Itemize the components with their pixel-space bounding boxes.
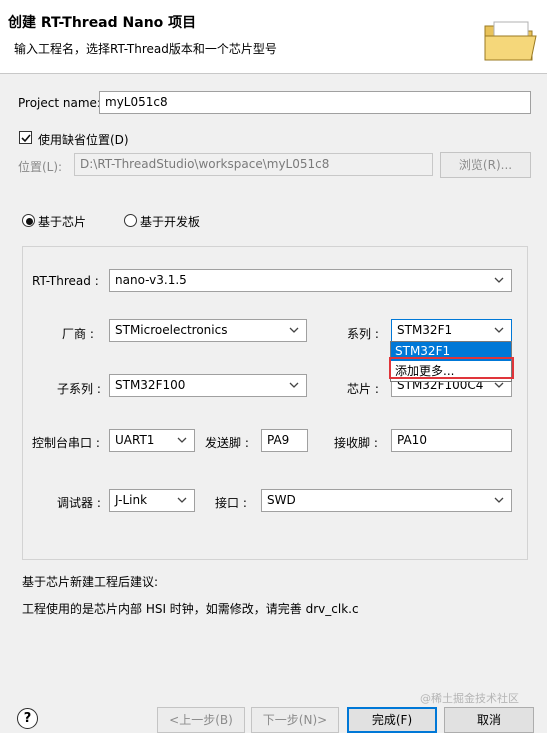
console-label: 控制台串口 : <box>32 436 100 450</box>
advice-text: 工程使用的是芯片内部 HSI 时钟，如需修改，请完善 drv_clk.c <box>22 602 359 616</box>
default-location-checkbox[interactable] <box>19 131 32 144</box>
tx-label: 发送脚 : <box>205 436 249 450</box>
board-mode-label: 基于开发板 <box>140 215 201 229</box>
dialog-header: 创建 RT-Thread Nano 项目 输入工程名，选择RT-Thread版本… <box>0 0 547 74</box>
rtthread-select[interactable]: nano-v3.1.5 <box>109 269 512 292</box>
location-input[interactable]: D:\RT-ThreadStudio\workspace\myL051c8 <box>74 153 433 176</box>
chip-mode-label: 基于芯片 <box>38 215 87 229</box>
dialog-title: 创建 RT-Thread Nano 项目 <box>8 15 197 31</box>
location-label: 位置(L): <box>18 160 63 174</box>
chevron-down-icon <box>177 437 187 443</box>
chevron-down-icon <box>494 277 504 283</box>
folder-icon <box>484 21 537 61</box>
help-icon[interactable]: ? <box>17 708 38 729</box>
series-dropdown-list: STM32F1 添加更多... <box>390 341 512 382</box>
chevron-down-icon <box>494 497 504 503</box>
checkmark-icon <box>21 134 31 143</box>
board-mode-radio[interactable] <box>124 214 137 227</box>
rx-label: 接收脚 : <box>334 436 378 450</box>
chip-label: 芯片 : <box>347 382 379 396</box>
interface-value: SWD <box>267 493 296 507</box>
browse-button[interactable]: 浏览(R)... <box>440 152 531 178</box>
config-group <box>22 246 528 560</box>
finish-button[interactable]: 完成(F) <box>347 707 437 733</box>
project-name-label: Project name: <box>18 96 101 110</box>
tx-input[interactable]: PA9 <box>261 429 308 452</box>
rtthread-label: RT-Thread : <box>32 274 99 288</box>
series-option-stm32f1[interactable]: STM32F1 <box>391 342 511 361</box>
vendor-select[interactable]: STMicroelectronics <box>109 319 307 342</box>
chevron-down-icon <box>177 497 187 503</box>
chevron-down-icon <box>289 382 299 388</box>
cancel-button[interactable]: 取消 <box>444 707 534 733</box>
advice-title: 基于芯片新建工程后建议: <box>22 575 159 589</box>
debugger-select[interactable]: J-Link <box>109 489 195 512</box>
debugger-value: J-Link <box>115 493 148 507</box>
chevron-down-icon <box>289 327 299 333</box>
subseries-select[interactable]: STM32F100 <box>109 374 307 397</box>
chevron-down-icon <box>494 382 504 388</box>
interface-label: 接口 : <box>215 496 247 510</box>
chevron-down-icon <box>494 327 504 333</box>
debugger-label: 调试器 : <box>57 496 101 510</box>
back-button[interactable]: <上一步(B) <box>157 707 245 733</box>
next-button[interactable]: 下一步(N)> <box>251 707 339 733</box>
chip-mode-radio[interactable] <box>22 214 35 227</box>
subseries-value: STM32F100 <box>115 378 186 392</box>
rtthread-value: nano-v3.1.5 <box>115 273 187 287</box>
subseries-label: 子系列 : <box>57 382 101 396</box>
series-option-add-more[interactable]: 添加更多... <box>391 362 511 381</box>
rx-input[interactable]: PA10 <box>391 429 512 452</box>
interface-select[interactable]: SWD <box>261 489 512 512</box>
vendor-label: 厂商 : <box>62 327 94 341</box>
project-name-input[interactable]: myL051c8 <box>99 91 531 114</box>
watermark: @稀土掘金技术社区 <box>420 692 519 705</box>
series-value: STM32F1 <box>397 323 453 337</box>
console-value: UART1 <box>115 433 155 447</box>
default-location-label: 使用缺省位置(D) <box>38 133 129 147</box>
series-select[interactable]: STM32F1 <box>391 319 512 342</box>
series-label: 系列 : <box>347 327 379 341</box>
dialog-subtitle: 输入工程名，选择RT-Thread版本和一个芯片型号 <box>14 42 277 56</box>
console-select[interactable]: UART1 <box>109 429 195 452</box>
vendor-value: STMicroelectronics <box>115 323 228 337</box>
